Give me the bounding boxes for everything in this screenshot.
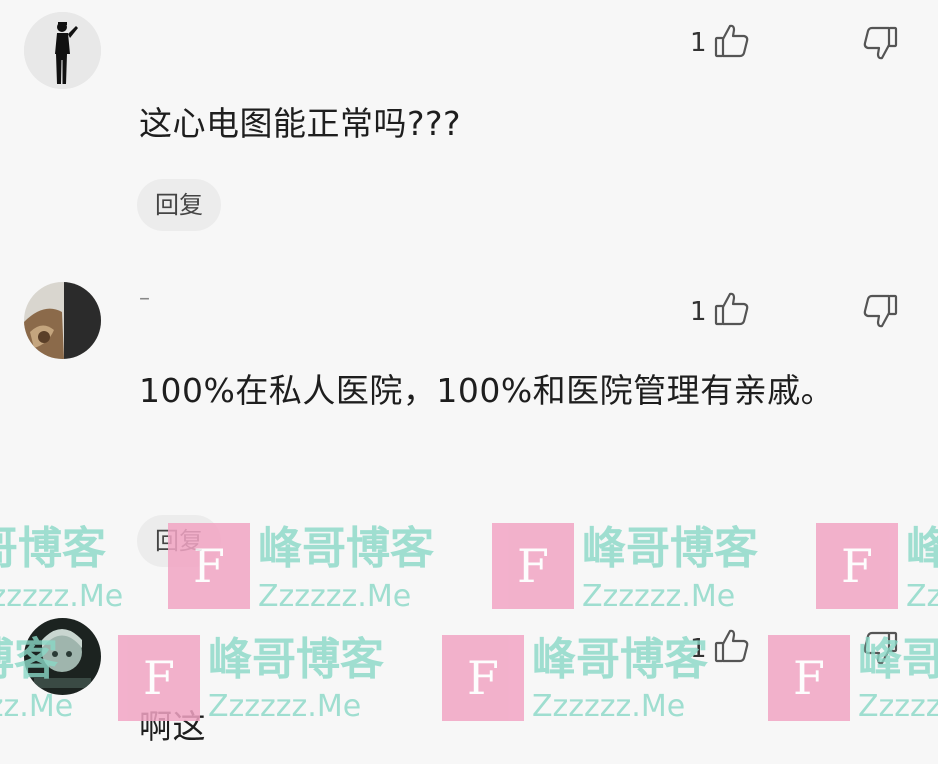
thumbs-down-icon[interactable] <box>862 292 898 330</box>
watermark-title: 峰哥博客 <box>532 634 708 685</box>
watermark-subtitle: Zzzzzz.Me <box>906 579 938 614</box>
comment-text: 啊这 <box>139 707 206 746</box>
avatar[interactable] <box>24 282 101 359</box>
comment-text: 这心电图能正常吗??? <box>139 104 462 143</box>
watermark-title: 峰哥博客 <box>258 523 434 574</box>
thumbs-up-icon[interactable] <box>714 22 750 60</box>
avatar[interactable] <box>24 618 101 695</box>
watermark-title: 峰哥博客 <box>208 634 384 685</box>
like-count: 1 <box>690 297 707 327</box>
watermark-logo: F <box>492 523 574 609</box>
watermark-title: 峰哥博客 <box>0 523 106 574</box>
watermark-subtitle: Zzzzzz.Me <box>0 689 74 724</box>
watermark-logo: F <box>816 523 898 609</box>
reply-button[interactable]: 回复 <box>137 179 221 231</box>
reply-button[interactable]: 回复 <box>137 515 221 567</box>
thumbs-up-icon[interactable] <box>714 290 750 328</box>
anime-character-avatar <box>24 618 101 695</box>
like-count: 1 <box>690 28 707 58</box>
thumbs-down-icon[interactable] <box>862 629 898 667</box>
watermark-title: 峰哥博客 <box>582 523 758 574</box>
watermark-subtitle: Zzzzzz.Me <box>0 579 124 614</box>
watermark-subtitle: Zzzzzz.Me <box>582 579 736 614</box>
username: – <box>139 286 150 311</box>
watermark-title: 峰哥博客 <box>906 523 938 574</box>
thumbs-down-icon[interactable] <box>862 24 898 62</box>
watermark-subtitle: Zzzzzz.Me <box>258 579 412 614</box>
comment-text: 100%在私人医院，100%和医院管理有亲戚。 <box>139 371 835 410</box>
avatar[interactable] <box>24 12 101 89</box>
photo-avatar <box>24 282 101 359</box>
like-count: 1 <box>690 634 707 664</box>
saluting-soldier-silhouette <box>24 12 101 89</box>
thumbs-up-icon[interactable] <box>714 627 750 665</box>
